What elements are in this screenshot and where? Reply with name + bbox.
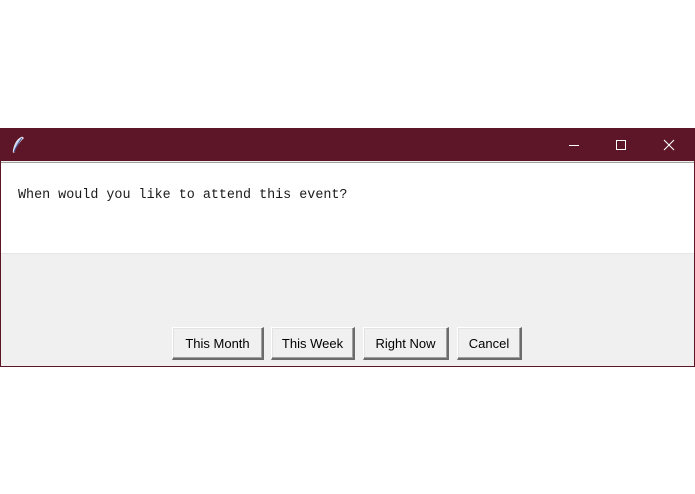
message-text: When would you like to attend this event…	[18, 188, 348, 203]
cancel-button[interactable]: Cancel	[457, 327, 522, 360]
close-icon	[663, 136, 675, 155]
maximize-icon	[615, 136, 627, 155]
close-button[interactable]	[646, 129, 692, 161]
button-row: This Month This Week Right Now Cancel	[1, 327, 694, 361]
right-now-button[interactable]: Right Now	[363, 327, 449, 360]
message-text-area[interactable]: When would you like to attend this event…	[1, 162, 694, 254]
maximize-button[interactable]	[598, 129, 644, 161]
dialog-window: When would you like to attend this event…	[0, 128, 695, 367]
minimize-button[interactable]	[551, 129, 597, 161]
this-week-button[interactable]: This Week	[271, 327, 355, 360]
feather-icon	[11, 136, 25, 154]
title-bar[interactable]	[1, 129, 694, 161]
this-month-button[interactable]: This Month	[172, 327, 264, 360]
minimize-icon	[568, 136, 580, 155]
